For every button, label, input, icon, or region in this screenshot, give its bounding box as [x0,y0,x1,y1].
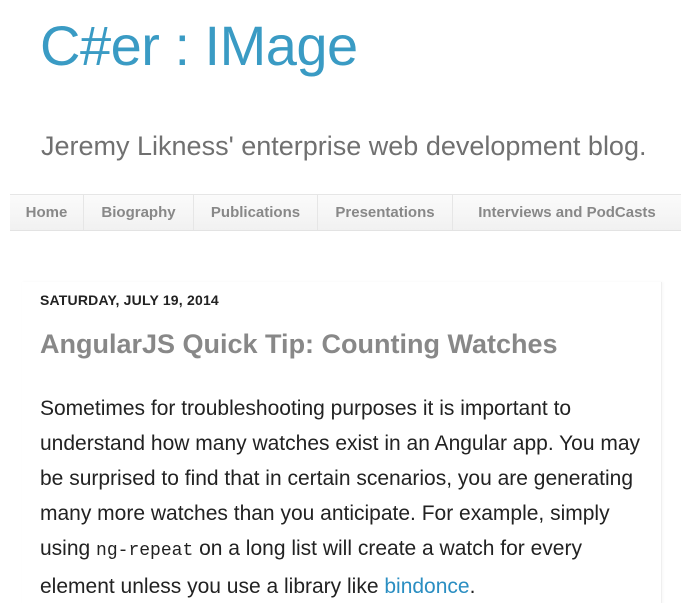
inline-code: ng-repeat [96,541,194,561]
blog-page: C#er : IMage Jeremy Likness' enterprise … [0,0,681,603]
post-title[interactable]: AngularJS Quick Tip: Counting Watches [40,329,558,360]
tab-publications[interactable]: Publications [194,195,318,230]
post-body: Sometimes for troubleshooting purposes i… [40,391,650,603]
post-date: SATURDAY, JULY 19, 2014 [40,292,219,308]
tab-home[interactable]: Home [10,195,84,230]
tab-interviews-and-podcasts[interactable]: Interviews and PodCasts [453,195,681,230]
page-tabs: Home Biography Publications Presentation… [10,194,681,231]
post-body-text-3: . [469,575,476,598]
tab-biography[interactable]: Biography [84,195,194,230]
blog-title[interactable]: C#er : IMage [40,14,358,78]
post-body-text-1: Sometimes for troubleshooting purposes i… [40,397,641,560]
bindonce-link[interactable]: bindonce [384,575,469,598]
blog-description: Jeremy Likness' enterprise web developme… [41,131,647,161]
tab-presentations[interactable]: Presentations [318,195,453,230]
